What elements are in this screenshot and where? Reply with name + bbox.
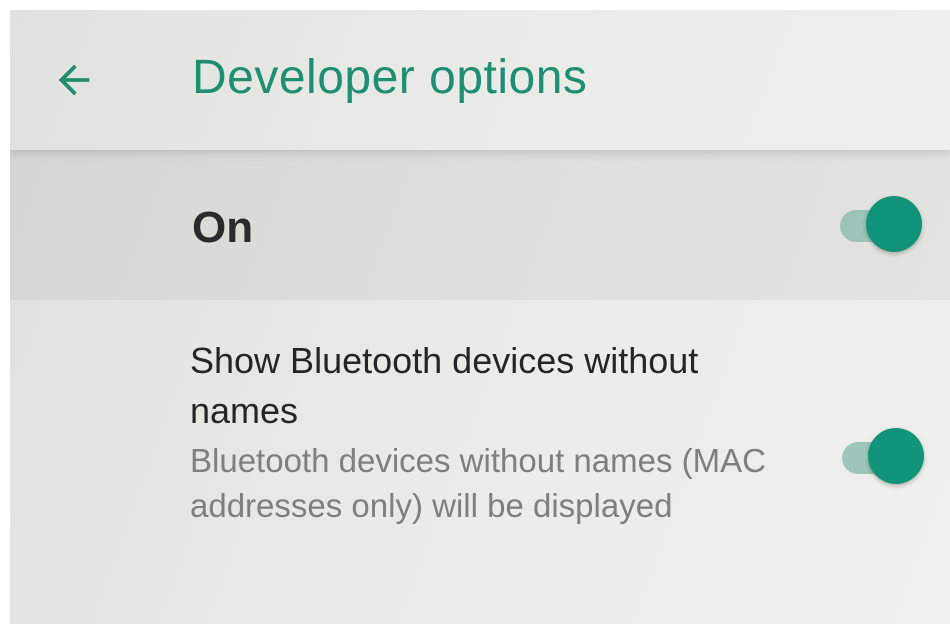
back-button[interactable] xyxy=(46,52,102,108)
setting-item-bluetooth-without-names[interactable]: Show Bluetooth devices without names Blu… xyxy=(10,300,950,624)
setting-title: Show Bluetooth devices without names xyxy=(190,340,699,431)
app-bar: Developer options xyxy=(10,10,950,150)
setting-summary: Bluetooth devices without names (MAC add… xyxy=(190,442,766,524)
settings-screen: Developer options On Show Bluetooth devi… xyxy=(10,10,950,624)
page-title: Developer options xyxy=(192,51,588,104)
master-toggle-switch[interactable] xyxy=(836,196,924,256)
master-switch-row[interactable]: On xyxy=(10,150,950,300)
switch-thumb xyxy=(866,196,922,252)
arrow-left-icon xyxy=(58,64,90,96)
bluetooth-names-toggle-switch[interactable] xyxy=(838,428,926,488)
master-switch-label: On xyxy=(192,203,254,252)
switch-thumb xyxy=(868,428,924,484)
